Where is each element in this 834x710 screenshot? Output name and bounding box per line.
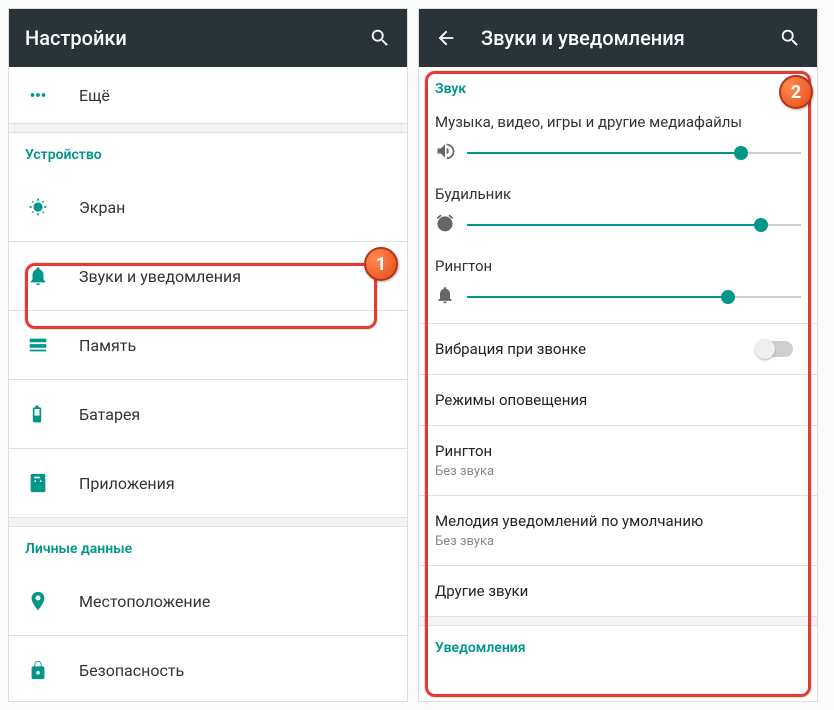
slider-ring[interactable]: Рингтон: [419, 251, 817, 323]
lock-icon: [27, 659, 79, 681]
bell-icon: [435, 285, 455, 309]
storage-icon: [27, 334, 79, 356]
slider-alarm[interactable]: Будильник: [419, 179, 817, 251]
more-icon: [27, 84, 79, 106]
divider: [9, 123, 407, 133]
settings-list[interactable]: Ещё Устройство Экран Звуки и уведомления…: [9, 67, 407, 701]
row-label: Безопасность: [79, 661, 184, 680]
back-icon[interactable]: [435, 27, 457, 49]
setting-label: Рингтон: [435, 442, 801, 460]
settings-screen: Настройки Ещё Устройство Экран Звуки и у…: [8, 8, 408, 702]
row-other-sounds[interactable]: Другие звуки: [419, 566, 817, 616]
divider: [9, 517, 407, 527]
display-icon: [27, 196, 79, 218]
row-label: Звуки и уведомления: [79, 267, 241, 286]
sounds-list[interactable]: Звук Музыка, видео, игры и другие медиаф…: [419, 67, 817, 701]
volume-icon: [435, 141, 455, 165]
slider-label: Рингтон: [435, 257, 801, 275]
badge-1: 1: [364, 247, 398, 281]
row-label: Батарея: [79, 405, 140, 424]
sounds-screen: Звуки и уведомления Звук Музыка, видео, …: [418, 8, 818, 702]
apps-icon: [27, 472, 79, 494]
location-icon: [27, 590, 79, 612]
slider-track[interactable]: [467, 224, 801, 226]
row-modes[interactable]: Режимы оповещения: [419, 375, 817, 425]
battery-icon: [27, 403, 79, 425]
row-label: Ещё: [79, 86, 110, 105]
row-apps[interactable]: Приложения: [9, 449, 407, 517]
switch-off[interactable]: [757, 341, 793, 357]
setting-label: Вибрация при звонке: [435, 340, 586, 358]
setting-sub: Без звука: [435, 534, 801, 549]
slider-label: Музыка, видео, игры и другие медиафайлы: [435, 113, 801, 131]
appbar-title: Звуки и уведомления: [481, 26, 779, 50]
section-device: Устройство: [9, 133, 407, 173]
slider-track[interactable]: [467, 296, 801, 298]
badge-2: 2: [779, 75, 813, 109]
row-security[interactable]: Безопасность: [9, 636, 407, 701]
search-icon[interactable]: [369, 27, 391, 49]
row-storage[interactable]: Память: [9, 311, 407, 379]
section-sound: Звук: [419, 67, 817, 107]
row-label: Экран: [79, 198, 125, 217]
row-vibrate[interactable]: Вибрация при звонке: [419, 324, 817, 374]
alarm-icon: [435, 213, 455, 237]
setting-label: Режимы оповещения: [435, 391, 801, 409]
row-label: Местоположение: [79, 592, 210, 611]
bell-icon: [27, 265, 79, 287]
appbar: Звуки и уведомления: [419, 9, 817, 67]
slider-label: Будильник: [435, 185, 801, 203]
appbar-title: Настройки: [25, 26, 369, 50]
appbar: Настройки: [9, 9, 407, 67]
section-personal: Личные данные: [9, 527, 407, 567]
row-location[interactable]: Местоположение: [9, 567, 407, 635]
row-sounds[interactable]: Звуки и уведомления: [9, 242, 407, 310]
row-notif-sound[interactable]: Мелодия уведомлений по умолчанию Без зву…: [419, 496, 817, 565]
setting-label: Мелодия уведомлений по умолчанию: [435, 512, 801, 530]
divider: [419, 616, 817, 626]
setting-sub: Без звука: [435, 464, 801, 479]
slider-track[interactable]: [467, 152, 801, 154]
row-display[interactable]: Экран: [9, 173, 407, 241]
row-label: Память: [79, 336, 136, 355]
row-label: Приложения: [79, 474, 175, 493]
search-icon[interactable]: [779, 27, 801, 49]
section-notifications: Уведомления: [419, 626, 817, 666]
row-more[interactable]: Ещё: [9, 67, 407, 123]
setting-label: Другие звуки: [435, 582, 801, 600]
row-ringtone[interactable]: Рингтон Без звука: [419, 426, 817, 495]
slider-media[interactable]: Музыка, видео, игры и другие медиафайлы: [419, 107, 817, 179]
row-battery[interactable]: Батарея: [9, 380, 407, 448]
